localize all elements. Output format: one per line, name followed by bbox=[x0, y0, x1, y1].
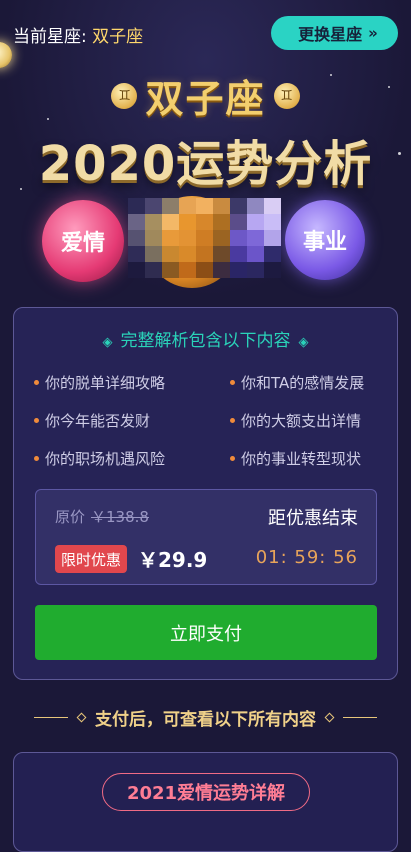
current-sign-value: 双子座 bbox=[92, 27, 144, 47]
countdown-label: 距优惠结束 bbox=[268, 508, 358, 529]
feature-item: 你和TA的感情发展 bbox=[230, 372, 384, 393]
bullet-icon bbox=[230, 456, 235, 461]
love-fortune-panel: 2021爱情运势详解 bbox=[13, 752, 398, 852]
feature-text: 你的职场机遇风险 bbox=[45, 450, 166, 468]
current-label: 当前星座: bbox=[13, 27, 87, 47]
gemini-icon: ♊ bbox=[111, 82, 138, 109]
diamond-deco-icon: ◈ bbox=[298, 335, 309, 350]
change-sign-button[interactable]: 更换星座 » bbox=[271, 16, 398, 50]
gemini-icon: ♊ bbox=[273, 82, 300, 109]
diamond-deco-icon: ◈ bbox=[102, 335, 113, 350]
love-ball-label: 爱情 bbox=[60, 231, 105, 256]
limited-offer-badge: 限时优惠 bbox=[55, 545, 128, 573]
pay-now-button[interactable]: 立即支付 bbox=[35, 605, 377, 660]
feature-text: 你的事业转型现状 bbox=[241, 450, 362, 468]
love-fortune-pill: 2021爱情运势详解 bbox=[102, 773, 310, 811]
feature-item: 你的脱单详细攻略 bbox=[34, 372, 230, 393]
panel-heading: ◈ 完整解析包含以下内容 ◈ bbox=[14, 326, 397, 351]
after-pay-text: 支付后，可查看以下所有内容 bbox=[95, 710, 316, 730]
feature-text: 你和TA的感情发展 bbox=[241, 374, 365, 392]
divider-line bbox=[34, 717, 68, 718]
divider-line bbox=[343, 717, 377, 718]
current-sign-label: 当前星座: 双子座 bbox=[13, 22, 143, 47]
bullet-icon bbox=[34, 418, 39, 423]
double-chevron-right-icon: » bbox=[368, 24, 378, 42]
current-price: ￥29.9 bbox=[138, 548, 208, 572]
panel-heading-text: 完整解析包含以下内容 bbox=[120, 331, 291, 351]
change-sign-label: 更换星座 bbox=[298, 25, 363, 44]
original-price-amount: ￥138.8 bbox=[91, 508, 149, 526]
diamond-icon bbox=[324, 712, 335, 723]
feature-item: 你今年能否发财 bbox=[34, 410, 230, 431]
feature-item: 你的大额支出详情 bbox=[230, 410, 384, 431]
hero-sign-row: ♊ 双子座 ♊ bbox=[0, 68, 411, 123]
career-ball[interactable]: 事业 bbox=[285, 200, 365, 280]
top-bar: 当前星座: 双子座 更换星座 » bbox=[0, 0, 411, 66]
analysis-panel: ◈ 完整解析包含以下内容 ◈ 你的脱单详细攻略 你和TA的感情发展 你今年能否发财 … bbox=[13, 307, 398, 680]
feature-text: 你今年能否发财 bbox=[45, 412, 151, 430]
countdown-timer: 01: 59: 56 bbox=[255, 547, 358, 568]
feature-text: 你的脱单详细攻略 bbox=[45, 374, 166, 392]
original-price: 原价 ￥138.8 bbox=[55, 506, 149, 527]
love-ball[interactable]: 爱情 bbox=[42, 200, 124, 282]
career-ball-label: 事业 bbox=[302, 230, 347, 255]
mosaic-overlay bbox=[128, 198, 281, 278]
feature-list: 你的脱单详细攻略 你和TA的感情发展 你今年能否发财 你的大额支出详情 你的职场… bbox=[34, 372, 384, 469]
price-box: 原价 ￥138.8 距优惠结束 限时优惠 ￥29.9 01: 59: 56 bbox=[35, 489, 377, 585]
bullet-icon bbox=[34, 380, 39, 385]
fortune-title: 2020运势分析 bbox=[38, 136, 373, 192]
hero-sign-title: 双子座 bbox=[145, 77, 266, 121]
bullet-icon bbox=[230, 380, 235, 385]
original-price-label: 原价 bbox=[55, 508, 86, 526]
diamond-icon bbox=[76, 712, 87, 723]
feature-item: 你的职场机遇风险 bbox=[34, 448, 230, 469]
feature-text: 你的大额支出详情 bbox=[241, 412, 362, 430]
after-pay-divider: 支付后，可查看以下所有内容 bbox=[0, 705, 411, 730]
bullet-icon bbox=[34, 456, 39, 461]
feature-item: 你的事业转型现状 bbox=[230, 448, 384, 469]
bullet-icon bbox=[230, 418, 235, 423]
